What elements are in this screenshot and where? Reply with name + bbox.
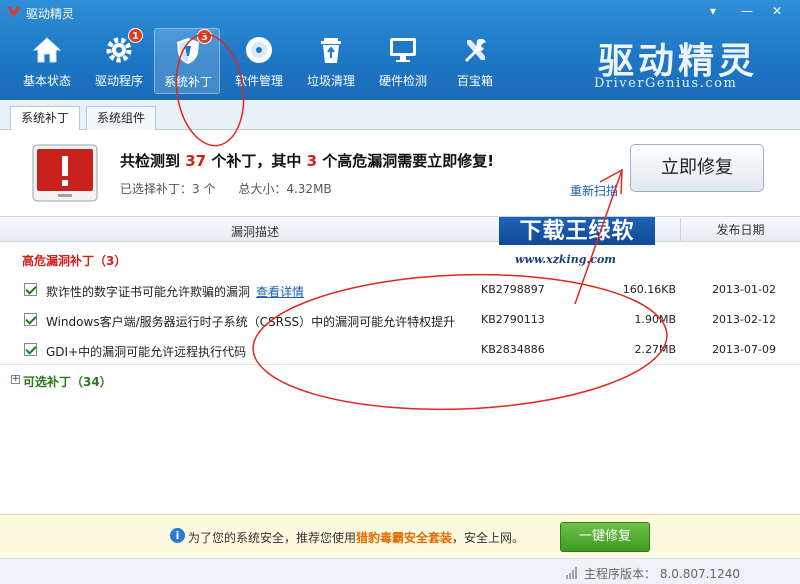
patch-size: 160.16KB bbox=[622, 283, 676, 296]
rescan-link[interactable]: 重新扫描 bbox=[570, 182, 618, 199]
drivers-badge: 1 bbox=[128, 28, 143, 43]
patch-date: 2013-02-12 bbox=[712, 313, 776, 326]
scan-summary: 共检测到 37 个补丁，其中 3 个高危漏洞需要立即修复! 已选择补丁：3 个 … bbox=[0, 130, 800, 216]
column-header-description[interactable]: 漏洞描述 bbox=[0, 223, 510, 240]
monitor-icon bbox=[390, 38, 416, 62]
table-row[interactable]: 欺诈性的数字证书可能允许欺骗的漏洞 查看详情 KB2798897 160.16KB… bbox=[0, 275, 800, 305]
nav-label: 驱动程序 bbox=[94, 74, 143, 88]
menu-dropdown-icon[interactable]: ▾ bbox=[702, 2, 724, 20]
nav-label: 软件管理 bbox=[234, 74, 283, 88]
view-details-link[interactable]: 查看详情 bbox=[256, 285, 304, 299]
patch-kb: KB2834886 bbox=[481, 343, 545, 356]
optional-group-label[interactable]: 可选补丁（34） bbox=[23, 373, 112, 390]
window-title: 驱动精灵 bbox=[26, 7, 75, 21]
row-checkbox[interactable] bbox=[24, 343, 37, 356]
app-header: 驱动精灵 ▾ — ✕ 基本状态 1 驱动程序 3 系统补丁 软件管理 垃圾清理 … bbox=[0, 0, 800, 100]
nav-label: 系统补丁 bbox=[163, 75, 212, 89]
patch-description: 欺诈性的数字证书可能允许欺骗的漏洞 查看详情 bbox=[46, 285, 305, 299]
patch-size: 1.90MB bbox=[634, 313, 676, 326]
site-watermark: 下载王绿软 www.xzking.com bbox=[499, 217, 655, 271]
patch-date: 2013-01-02 bbox=[712, 283, 776, 296]
nav-label: 垃圾清理 bbox=[306, 74, 355, 88]
table-row[interactable]: Windows客户端/服务器运行时子系统（CSRSS）中的漏洞可能允许特权提升 … bbox=[0, 305, 800, 335]
brand-logo: 驱动精灵 DriverGenius.com bbox=[588, 32, 768, 92]
status-bar: 主程序版本： 8.0.807.1240 bbox=[0, 558, 800, 584]
minimize-icon[interactable]: — bbox=[736, 2, 758, 20]
patch-kb: KB2798897 bbox=[481, 283, 545, 296]
nav-item-hardware[interactable]: 硬件检测 bbox=[370, 28, 436, 94]
patch-date: 2013-07-09 bbox=[712, 343, 776, 356]
row-checkbox[interactable] bbox=[24, 313, 37, 326]
nav-item-drivers[interactable]: 1 驱动程序 bbox=[86, 28, 152, 94]
total-count: 37 bbox=[185, 152, 207, 170]
patch-description: Windows客户端/服务器运行时子系统（CSRSS）中的漏洞可能允许特权提升 bbox=[46, 315, 456, 329]
nav-item-cleanup[interactable]: 垃圾清理 bbox=[298, 28, 364, 94]
recommendation-bar: i 为了您的系统安全，推荐您使用猎豹毒霸安全套装，安全上网。 一键修复 bbox=[0, 514, 800, 558]
recycle-bin-icon bbox=[321, 38, 341, 63]
disc-icon bbox=[246, 37, 272, 63]
patch-size: 2.27MB bbox=[634, 343, 676, 356]
watermark-title: 下载王绿软 bbox=[499, 217, 655, 245]
nav-item-basic-status[interactable]: 基本状态 bbox=[14, 28, 80, 94]
patches-badge: 3 bbox=[197, 29, 212, 44]
scan-result-headline: 共检测到 37 个补丁，其中 3 个高危漏洞需要立即修复! bbox=[120, 152, 495, 170]
fix-now-button[interactable]: 立即修复 bbox=[630, 144, 764, 192]
info-icon: i bbox=[170, 528, 185, 543]
alert-icon bbox=[32, 144, 98, 202]
nav-label: 硬件检测 bbox=[378, 74, 427, 88]
patch-description: GDI+中的漏洞可能允许远程执行代码 bbox=[46, 345, 247, 359]
total-size: 总大小：4.32MB bbox=[238, 182, 332, 196]
app-logo-icon bbox=[7, 7, 21, 17]
nav-label: 百宝箱 bbox=[456, 74, 493, 88]
selected-count: 已选择补丁：3 个 bbox=[120, 182, 216, 196]
brand-site: DriverGenius.com bbox=[594, 76, 738, 91]
nav-item-system-patches[interactable]: 3 系统补丁 bbox=[154, 28, 220, 94]
critical-count: 3 bbox=[306, 152, 318, 170]
critical-group-label[interactable]: 高危漏洞补丁（3） bbox=[22, 252, 126, 269]
selection-info: 已选择补丁：3 个 总大小：4.32MB bbox=[120, 180, 332, 197]
nav-item-software[interactable]: 软件管理 bbox=[226, 28, 292, 94]
patch-kb: KB2790113 bbox=[481, 313, 545, 326]
column-header-date[interactable]: 发布日期 bbox=[680, 218, 800, 242]
table-row[interactable]: GDI+中的漏洞可能允许远程执行代码 KB2834886 2.27MB 2013… bbox=[0, 335, 800, 365]
tab-system-patches[interactable]: 系统补丁 bbox=[10, 106, 81, 131]
nav-label: 基本状态 bbox=[22, 74, 71, 88]
nav-item-toolbox[interactable]: 百宝箱 bbox=[442, 28, 508, 94]
home-icon bbox=[32, 37, 62, 63]
optional-group[interactable]: + 可选补丁（34） bbox=[0, 364, 800, 394]
close-icon[interactable]: ✕ bbox=[766, 2, 788, 20]
version-label: 主程序版本： 8.0.807.1240 bbox=[584, 567, 740, 581]
recommendation-text: 为了您的系统安全，推荐您使用猎豹毒霸安全套装，安全上网。 bbox=[188, 531, 525, 545]
signal-icon bbox=[566, 567, 577, 579]
one-click-fix-button[interactable]: 一键修复 bbox=[560, 522, 650, 552]
tools-icon bbox=[465, 38, 486, 62]
row-checkbox[interactable] bbox=[24, 283, 37, 296]
tab-strip: 系统补丁 系统组件 bbox=[0, 100, 800, 131]
tab-system-components[interactable]: 系统组件 bbox=[86, 106, 157, 130]
expand-icon[interactable]: + bbox=[11, 375, 20, 384]
table-header: 漏洞描述 发布日期 bbox=[0, 216, 800, 242]
watermark-url: www.xzking.com bbox=[515, 253, 616, 266]
title-bar: 驱动精灵 ▾ — ✕ bbox=[0, 0, 800, 24]
recommended-product-link[interactable]: 猎豹毒霸安全套装 bbox=[356, 531, 452, 545]
